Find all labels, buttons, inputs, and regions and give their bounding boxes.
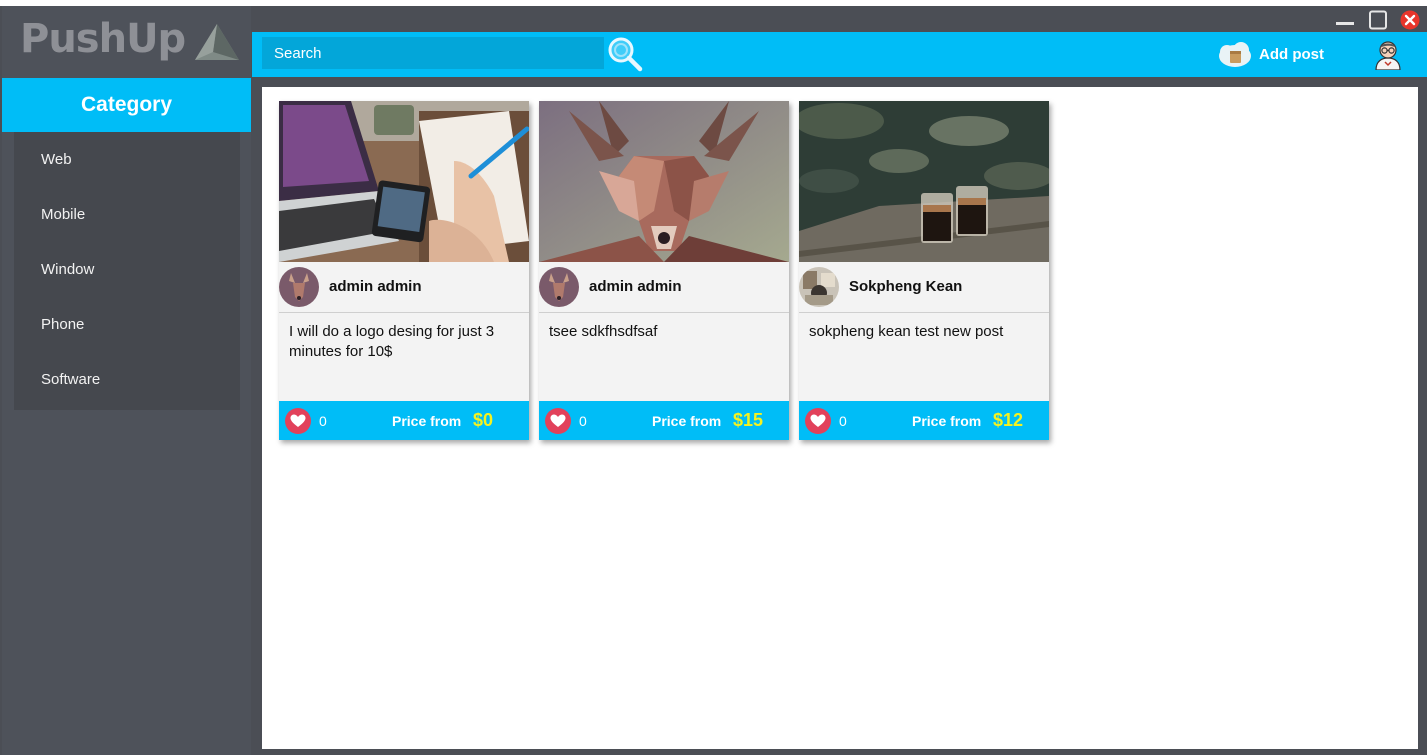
post-description: tsee sdkfhsdfsaf <box>549 323 658 340</box>
post-card[interactable]: admin admin tsee sdkfhsdfsaf 0 Price fro… <box>539 101 789 440</box>
category-item-web[interactable]: Web <box>14 132 240 187</box>
category-list: Web Mobile Window Phone Software <box>14 132 240 410</box>
title-bar <box>252 6 1427 32</box>
add-post-label: Add post <box>1259 45 1324 63</box>
post-author-row: Sokpheng Kean <box>799 262 1049 313</box>
author-name[interactable]: Sokpheng Kean <box>849 278 962 295</box>
post-footer: 0 Price from $12 <box>799 401 1049 440</box>
like-button[interactable] <box>285 408 311 434</box>
price-value: $0 <box>473 410 494 430</box>
post-description: sokpheng kean test new post <box>809 323 1004 340</box>
category-item-software[interactable]: Software <box>14 352 240 407</box>
post-footer: 0 Price from $15 <box>539 401 789 440</box>
app-logo: PushUp <box>20 14 241 64</box>
price-value: $15 <box>733 410 764 430</box>
like-count: 0 <box>319 413 327 429</box>
like-button[interactable] <box>805 408 831 434</box>
like-count: 0 <box>579 413 587 429</box>
post-image <box>279 101 529 262</box>
post-footer: 0 Price from $0 <box>279 401 529 440</box>
add-post-button[interactable]: Add post <box>1217 38 1324 70</box>
search-input[interactable] <box>262 37 604 69</box>
like-button[interactable] <box>545 408 571 434</box>
author-avatar[interactable] <box>279 267 319 307</box>
close-icon[interactable] <box>1400 10 1420 30</box>
post-author-row: admin admin <box>279 262 529 313</box>
heart-icon <box>550 414 566 427</box>
heart-icon <box>290 414 306 427</box>
post-image <box>539 101 789 262</box>
search-icon[interactable] <box>606 35 644 73</box>
like-count: 0 <box>839 413 847 429</box>
top-bar: Add post <box>252 32 1427 77</box>
logo-triangle-icon <box>195 24 240 60</box>
author-name[interactable]: admin admin <box>589 278 682 295</box>
maximize-icon[interactable] <box>1368 10 1388 30</box>
author-name[interactable]: admin admin <box>329 278 422 295</box>
post-card[interactable]: Sokpheng Kean sokpheng kean test new pos… <box>799 101 1049 440</box>
category-item-mobile[interactable]: Mobile <box>14 187 240 242</box>
price-from-label: Price from <box>652 413 722 429</box>
logo-text: PushUp <box>20 16 186 62</box>
category-item-window[interactable]: Window <box>14 242 240 297</box>
price-from-label: Price from <box>392 413 462 429</box>
category-header: Category <box>2 78 251 132</box>
post-card[interactable]: admin admin I will do a logo desing for … <box>279 101 529 440</box>
user-profile-icon[interactable] <box>1372 38 1404 70</box>
post-description: I will do a logo desing for just 3 minut… <box>289 323 495 360</box>
heart-icon <box>810 414 826 427</box>
price-value: $12 <box>993 410 1024 430</box>
post-image <box>799 101 1049 262</box>
post-author-row: admin admin <box>539 262 789 313</box>
add-post-icon <box>1219 42 1251 67</box>
minimize-icon[interactable] <box>1335 10 1355 30</box>
category-item-phone[interactable]: Phone <box>14 297 240 352</box>
author-avatar[interactable] <box>539 267 579 307</box>
author-avatar[interactable] <box>799 267 839 307</box>
price-from-label: Price from <box>912 413 982 429</box>
